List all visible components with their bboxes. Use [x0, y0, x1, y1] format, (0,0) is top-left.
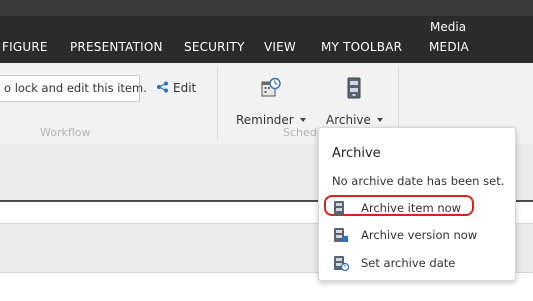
archive-dropdown-menu: Archive No archive date has been set. Ar…: [318, 127, 516, 281]
chevron-down-icon: [299, 118, 306, 122]
archive-version-now-option[interactable]: Archive version now: [333, 225, 505, 245]
set-archive-date-option[interactable]: Set archive date: [333, 253, 505, 273]
menu-item-label: Set archive date: [361, 256, 456, 270]
reminder-label: Reminder: [236, 113, 294, 127]
tab-media[interactable]: MEDIA: [429, 40, 469, 54]
archive-version-icon: [333, 227, 349, 247]
edit-label: Edit: [173, 81, 197, 95]
archive-item-now-option[interactable]: Archive item now: [333, 198, 505, 218]
context-tab-label: Media: [430, 20, 467, 34]
share-icon: [156, 81, 169, 93]
lock-notice: o lock and edit this item.: [0, 75, 147, 102]
archive-date-icon: [333, 255, 350, 275]
menu-item-label: Archive item now: [361, 201, 462, 215]
archive-icon: [326, 77, 383, 103]
menu-item-label: Archive version now: [361, 228, 478, 242]
reminder-icon: [236, 77, 306, 103]
tab-configure[interactable]: FIGURE: [2, 40, 48, 54]
tab-presentation[interactable]: PRESENTATION: [70, 40, 163, 54]
tab-security[interactable]: SECURITY: [184, 40, 245, 54]
archive-item-icon: [333, 200, 347, 220]
archive-label: Archive: [326, 113, 371, 127]
lock-notice-text: o lock and edit this item.: [4, 81, 147, 95]
workflow-group-label: Workflow: [40, 126, 91, 139]
archive-button[interactable]: Archive: [326, 77, 383, 128]
window-top-strip: [0, 0, 533, 16]
group-divider: [217, 67, 218, 140]
tab-view[interactable]: VIEW: [264, 40, 296, 54]
edit-button[interactable]: Edit: [156, 81, 196, 95]
menu-title: Archive: [332, 146, 381, 161]
tab-my-toolbar[interactable]: MY TOOLBAR: [321, 40, 402, 54]
archive-status-note: No archive date has been set.: [332, 174, 505, 188]
reminder-button[interactable]: Reminder: [236, 77, 306, 128]
ribbon-tab-bar: Media FIGURE PRESENTATION SECURITY VIEW …: [0, 16, 533, 63]
chevron-down-icon: [376, 118, 383, 122]
